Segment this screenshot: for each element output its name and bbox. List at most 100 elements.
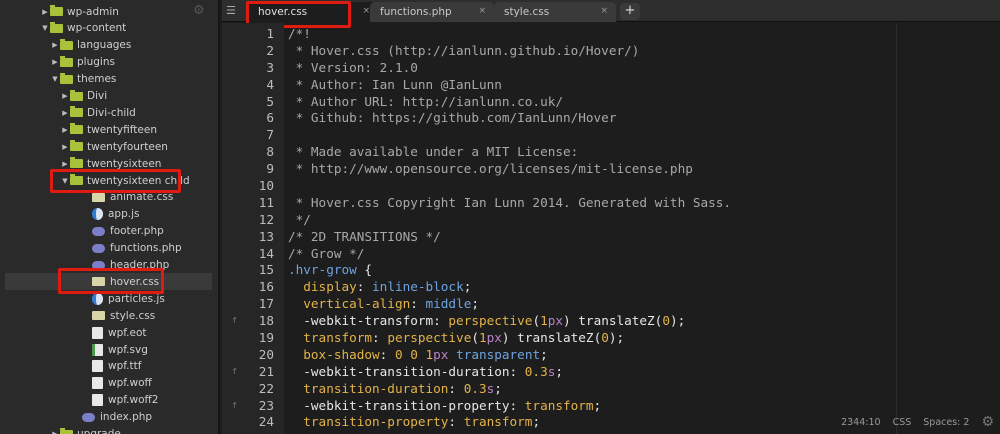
indent-setting[interactable]: Spaces: 2 — [923, 417, 969, 428]
file-item[interactable]: footer.php — [0, 223, 218, 240]
doc-file-icon — [92, 394, 103, 407]
print-margin — [896, 23, 897, 434]
collapsed-arrow-icon[interactable]: ▶ — [40, 8, 50, 16]
code-token: 0.3 — [463, 380, 487, 396]
fold-marker-icon[interactable]: f — [232, 398, 237, 415]
code-token: 0 — [601, 330, 609, 346]
code-token: px — [547, 313, 564, 329]
file-item[interactable]: header.php — [0, 257, 218, 274]
code-token: ) translateZ( — [563, 313, 663, 329]
close-icon[interactable]: × — [362, 6, 370, 16]
tab-label: style.css — [504, 6, 550, 18]
collapsed-arrow-icon[interactable]: ▶ — [50, 430, 60, 434]
tab-label: functions.php — [380, 6, 452, 18]
item-label: animate.css — [110, 191, 174, 204]
tab-hover-css[interactable]: hover.css × — [248, 2, 378, 22]
file-item[interactable]: app.js — [0, 206, 218, 223]
file-item[interactable]: wpf.woff2 — [0, 392, 218, 409]
folder-item[interactable]: ▶ wp-admin — [0, 3, 218, 20]
folder-item[interactable]: ▶ languages — [0, 37, 218, 54]
expanded-arrow-icon[interactable]: ▼ — [60, 177, 70, 185]
file-item[interactable]: wpf.woff — [0, 375, 218, 392]
file-item[interactable]: wpf.eot — [0, 324, 218, 341]
tab-style-css[interactable]: style.css × — [494, 2, 616, 22]
new-tab-button[interactable]: + — [620, 3, 640, 20]
file-item[interactable]: wpf.svg — [0, 341, 218, 358]
code-line: 15 .hvr-grow { — [222, 262, 731, 279]
close-icon[interactable]: × — [478, 6, 486, 16]
collapsed-arrow-icon[interactable]: ▶ — [60, 160, 70, 168]
folder-icon — [70, 140, 83, 152]
code-editor[interactable]: 1 /*! 2 * Hover.css (http://ianlunn.github… — [222, 26, 731, 431]
folder-item[interactable]: ▶ twentysixteen — [0, 155, 218, 172]
code-line: 8 * Made available under a MIT License: — [222, 144, 731, 161]
item-label: plugins — [77, 56, 115, 69]
code-line: 4 * Author: Ian Lunn @IanLunn — [222, 77, 731, 94]
folder-icon — [70, 89, 83, 101]
file-item[interactable]: style.css — [0, 307, 218, 324]
collapsed-arrow-icon[interactable]: ▶ — [60, 109, 70, 117]
language-mode[interactable]: CSS — [893, 417, 912, 428]
folder-item[interactable]: ▶ twentyfourteen — [0, 138, 218, 155]
doc-file-icon — [92, 377, 103, 390]
line-number: 18 — [258, 313, 274, 329]
close-icon[interactable]: × — [600, 6, 608, 16]
file-item[interactable]: particles.js — [0, 290, 218, 307]
item-label: particles.js — [108, 292, 165, 305]
folder-item[interactable]: ▼ themes — [0, 71, 218, 88]
folder-item[interactable]: ▶ Divi-child — [0, 104, 218, 121]
folder-icon — [60, 72, 73, 84]
css-file-icon — [92, 311, 105, 321]
code-token: /*! — [288, 26, 311, 41]
folder-item[interactable]: ▼ wp-content — [0, 20, 218, 37]
collapsed-arrow-icon[interactable]: ▶ — [60, 143, 70, 151]
collapsed-arrow-icon[interactable]: ▶ — [60, 126, 70, 134]
item-label: wp-admin — [67, 5, 119, 18]
folder-item[interactable]: ▼ twentysixteen child — [0, 172, 218, 189]
item-label: wpf.svg — [108, 343, 148, 356]
file-tree: ⚙ ▶ wp-admin ▼ wp-content ▶ languages ▶ plugins… — [0, 0, 220, 434]
doc-file-icon — [92, 326, 103, 339]
file-item[interactable]: functions.php — [0, 240, 218, 257]
code-token: -webkit-transition-property: — [288, 397, 525, 413]
toggle-sidebar-icon[interactable]: ☰ — [226, 4, 236, 17]
line-number: 12 — [258, 211, 274, 227]
item-label: footer.php — [110, 225, 164, 238]
folder-item[interactable]: ▶ plugins — [0, 54, 218, 71]
item-label: app.js — [108, 208, 140, 221]
fold-marker-icon[interactable]: f — [232, 313, 237, 330]
collapsed-arrow-icon[interactable]: ▶ — [50, 58, 60, 66]
folder-item[interactable]: ▶ Divi — [0, 88, 218, 105]
collapsed-arrow-icon[interactable]: ▶ — [60, 92, 70, 100]
line-number: 23 — [258, 397, 274, 413]
code-token: ( — [471, 330, 479, 346]
code-token: * Version: 2.1.0 — [288, 59, 418, 75]
file-item[interactable]: hover.css — [5, 273, 212, 291]
file-item[interactable]: wpf.ttf — [0, 358, 218, 375]
folder-item[interactable]: ▶ upgrade — [0, 426, 218, 434]
settings-gear-icon[interactable]: ⚙ — [981, 414, 994, 430]
collapsed-arrow-icon[interactable]: ▶ — [50, 41, 60, 49]
folder-item[interactable]: ▶ twentyfifteen — [0, 121, 218, 138]
expanded-arrow-icon[interactable]: ▼ — [40, 24, 50, 32]
code-token: ; — [540, 346, 548, 362]
item-label: languages — [77, 39, 132, 52]
code-token: * Github: https://github.com/IanLunn/Hov… — [288, 110, 617, 126]
code-line: 14 /* Grow */ — [222, 246, 731, 263]
item-label: twentyfifteen — [87, 123, 157, 136]
line-number: 9 — [266, 161, 274, 177]
tab-functions-php[interactable]: functions.php × — [370, 2, 494, 22]
file-item[interactable]: index.php — [0, 409, 218, 426]
code-token: * Author URL: http://ianlunn.co.uk/ — [288, 93, 563, 109]
php-file-icon — [82, 412, 95, 422]
code-token: : — [379, 346, 395, 362]
file-item[interactable]: animate.css — [0, 189, 218, 206]
folder-icon — [60, 38, 73, 50]
fold-marker-icon[interactable]: f — [232, 364, 237, 381]
expanded-arrow-icon[interactable]: ▼ — [50, 75, 60, 83]
code-token: ); — [669, 313, 686, 329]
line-number: 17 — [258, 296, 274, 312]
